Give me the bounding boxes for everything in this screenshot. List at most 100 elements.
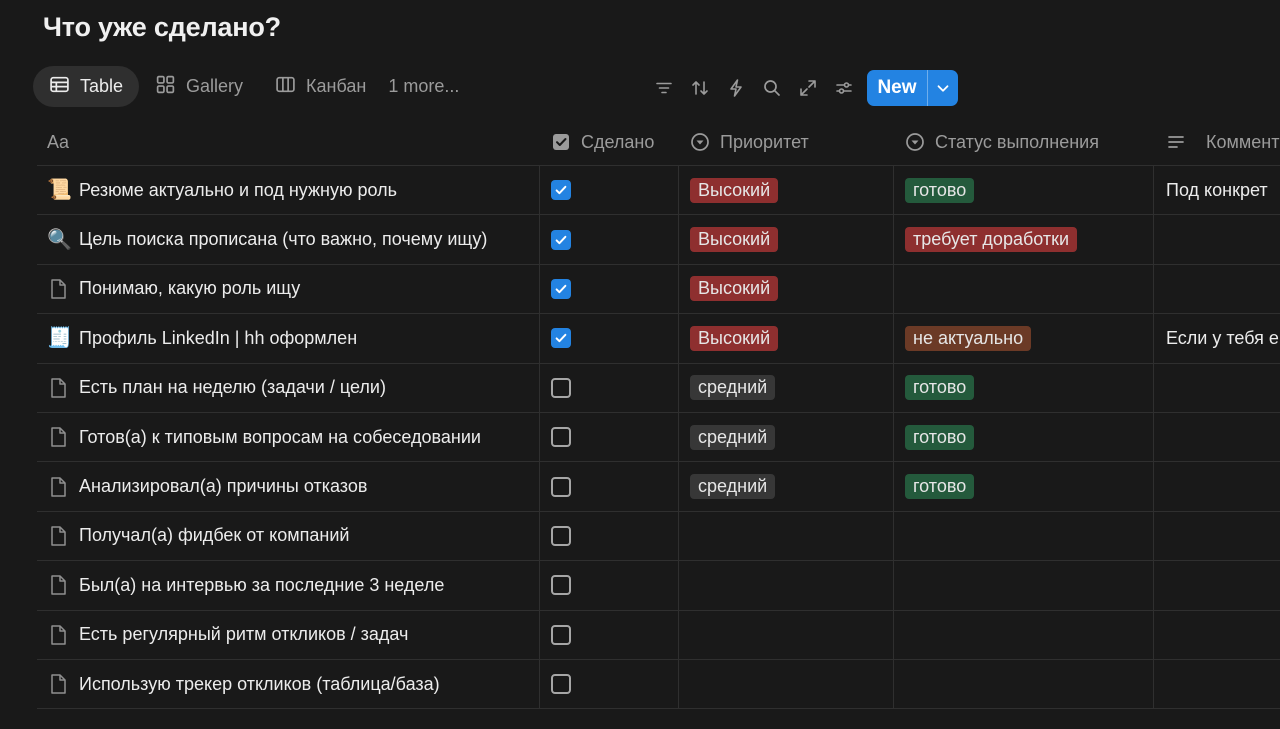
- row-priority-cell[interactable]: [679, 660, 894, 708]
- row-title-cell[interactable]: Анализировал(а) причины отказов: [37, 462, 540, 510]
- row-status-cell[interactable]: [894, 512, 1154, 560]
- table-row[interactable]: 📜 Резюме актуально и под нужную роль Выс…: [37, 166, 1280, 216]
- toolbar: [646, 74, 862, 102]
- column-header-done[interactable]: Сделано: [540, 119, 679, 165]
- table-row[interactable]: Есть регулярный ритм откликов / задач: [37, 611, 1280, 660]
- row-title-cell[interactable]: Есть план на неделю (задачи / цели): [37, 364, 540, 412]
- table-row[interactable]: Есть план на неделю (задачи / цели) сред…: [37, 364, 1280, 413]
- done-checkbox[interactable]: [551, 229, 571, 250]
- row-comment-cell[interactable]: [1154, 512, 1280, 560]
- done-checkbox[interactable]: [551, 180, 571, 201]
- tab-gallery[interactable]: Gallery: [139, 66, 259, 107]
- row-comment-cell[interactable]: [1154, 561, 1280, 609]
- tab-table[interactable]: Table: [33, 66, 140, 107]
- row-title-cell[interactable]: 📜 Резюме актуально и под нужную роль: [37, 166, 540, 214]
- row-status-cell[interactable]: готово: [894, 166, 1154, 214]
- new-dropdown-button[interactable]: [928, 70, 958, 106]
- board-icon: [275, 74, 296, 100]
- checkmark-icon: [553, 182, 569, 198]
- status-tag: готово: [905, 177, 975, 203]
- done-checkbox[interactable]: [551, 328, 571, 349]
- row-title-cell[interactable]: Был(а) на интервью за последние 3 неделе: [37, 561, 540, 609]
- row-comment-cell[interactable]: [1154, 413, 1280, 461]
- done-checkbox[interactable]: [551, 525, 571, 546]
- done-checkbox[interactable]: [551, 476, 571, 497]
- done-checkbox[interactable]: [551, 575, 571, 596]
- priority-tag: средний: [690, 375, 776, 401]
- row-title-cell[interactable]: Использую трекер откликов (таблица/база): [37, 660, 540, 708]
- filter-icon[interactable]: [646, 74, 682, 102]
- row-comment-cell[interactable]: [1154, 462, 1280, 510]
- column-header-comment[interactable]: Коммента: [1154, 119, 1280, 165]
- row-comment-cell[interactable]: [1154, 265, 1280, 313]
- column-divider: [539, 166, 540, 709]
- priority-tag: Высокий: [690, 276, 779, 302]
- expand-icon[interactable]: [790, 74, 826, 102]
- row-title-cell[interactable]: Понимаю, какую роль ищу: [37, 265, 540, 313]
- row-status-cell[interactable]: готово: [894, 413, 1154, 461]
- row-comment-cell[interactable]: [1154, 364, 1280, 412]
- row-status-cell[interactable]: [894, 660, 1154, 708]
- page-icon: [47, 278, 69, 300]
- column-divider: [1153, 166, 1154, 709]
- row-title-cell[interactable]: Готов(а) к типовым вопросам на собеседов…: [37, 413, 540, 461]
- tab-kanban[interactable]: Канбан: [259, 66, 382, 107]
- row-priority-cell[interactable]: Высокий: [679, 166, 894, 214]
- row-title-cell[interactable]: 🧾 Профиль LinkedIn | hh оформлен: [37, 314, 540, 362]
- row-done-cell: [540, 611, 679, 659]
- table-row[interactable]: 🔍 Цель поиска прописана (что важно, поче…: [37, 215, 1280, 265]
- row-title-cell[interactable]: Получал(а) фидбек от компаний: [37, 512, 540, 560]
- row-status-cell[interactable]: [894, 611, 1154, 659]
- table-row[interactable]: Получал(а) фидбек от компаний: [37, 512, 1280, 562]
- row-comment-cell[interactable]: [1154, 611, 1280, 659]
- column-header-priority[interactable]: Приоритет: [679, 119, 894, 165]
- row-comment-cell[interactable]: Под конкрет: [1154, 166, 1280, 214]
- row-title-cell[interactable]: 🔍 Цель поиска прописана (что важно, поче…: [37, 215, 540, 263]
- done-checkbox[interactable]: [551, 674, 571, 695]
- row-status-cell[interactable]: готово: [894, 462, 1154, 510]
- row-status-cell[interactable]: [894, 265, 1154, 313]
- more-views-link[interactable]: 1 more...: [382, 76, 465, 97]
- row-comment-cell[interactable]: [1154, 215, 1280, 263]
- sort-icon[interactable]: [682, 74, 718, 102]
- settings-icon[interactable]: [826, 74, 862, 102]
- row-done-cell: [540, 265, 679, 313]
- row-status-cell[interactable]: [894, 561, 1154, 609]
- row-priority-cell[interactable]: Высокий: [679, 265, 894, 313]
- row-priority-cell[interactable]: [679, 611, 894, 659]
- table-row[interactable]: Понимаю, какую роль ищу Высокий: [37, 265, 1280, 315]
- column-header-title[interactable]: Aa: [37, 119, 540, 165]
- row-priority-cell[interactable]: средний: [679, 413, 894, 461]
- table-row[interactable]: Анализировал(а) причины отказов средний …: [37, 462, 1280, 512]
- row-status-cell[interactable]: готово: [894, 364, 1154, 412]
- gallery-icon: [155, 74, 176, 100]
- done-checkbox[interactable]: [551, 278, 571, 299]
- tab-gallery-label: Gallery: [186, 76, 244, 96]
- search-icon[interactable]: [754, 74, 790, 102]
- automation-icon[interactable]: [718, 74, 754, 102]
- view-tabs: Table Gallery Канбан 1 more...: [33, 66, 465, 107]
- checkbox-property-icon: [553, 134, 569, 150]
- column-header-status[interactable]: Статус выполнения: [894, 119, 1154, 165]
- row-priority-cell[interactable]: Высокий: [679, 314, 894, 362]
- table-row[interactable]: Готов(а) к типовым вопросам на собеседов…: [37, 413, 1280, 463]
- row-status-cell[interactable]: требует доработки: [894, 215, 1154, 263]
- row-priority-cell[interactable]: Высокий: [679, 215, 894, 263]
- row-status-cell[interactable]: не актуально: [894, 314, 1154, 362]
- done-checkbox[interactable]: [551, 377, 571, 398]
- done-checkbox[interactable]: [551, 427, 571, 448]
- row-comment-cell[interactable]: Если у тебя е: [1154, 314, 1280, 362]
- row-priority-cell[interactable]: [679, 561, 894, 609]
- row-priority-cell[interactable]: средний: [679, 364, 894, 412]
- row-priority-cell[interactable]: средний: [679, 462, 894, 510]
- row-title: Был(а) на интервью за последние 3 неделе: [79, 574, 445, 595]
- table-row[interactable]: 🧾 Профиль LinkedIn | hh оформлен Высокий…: [37, 314, 1280, 364]
- row-comment-cell[interactable]: [1154, 660, 1280, 708]
- table-row[interactable]: Был(а) на интервью за последние 3 неделе: [37, 561, 1280, 611]
- receipt-emoji: 🧾: [47, 327, 72, 350]
- row-priority-cell[interactable]: [679, 512, 894, 560]
- table-row[interactable]: Использую трекер откликов (таблица/база): [37, 660, 1280, 710]
- row-title-cell[interactable]: Есть регулярный ритм откликов / задач: [37, 611, 540, 659]
- done-checkbox[interactable]: [551, 624, 571, 645]
- new-button[interactable]: New: [867, 70, 927, 106]
